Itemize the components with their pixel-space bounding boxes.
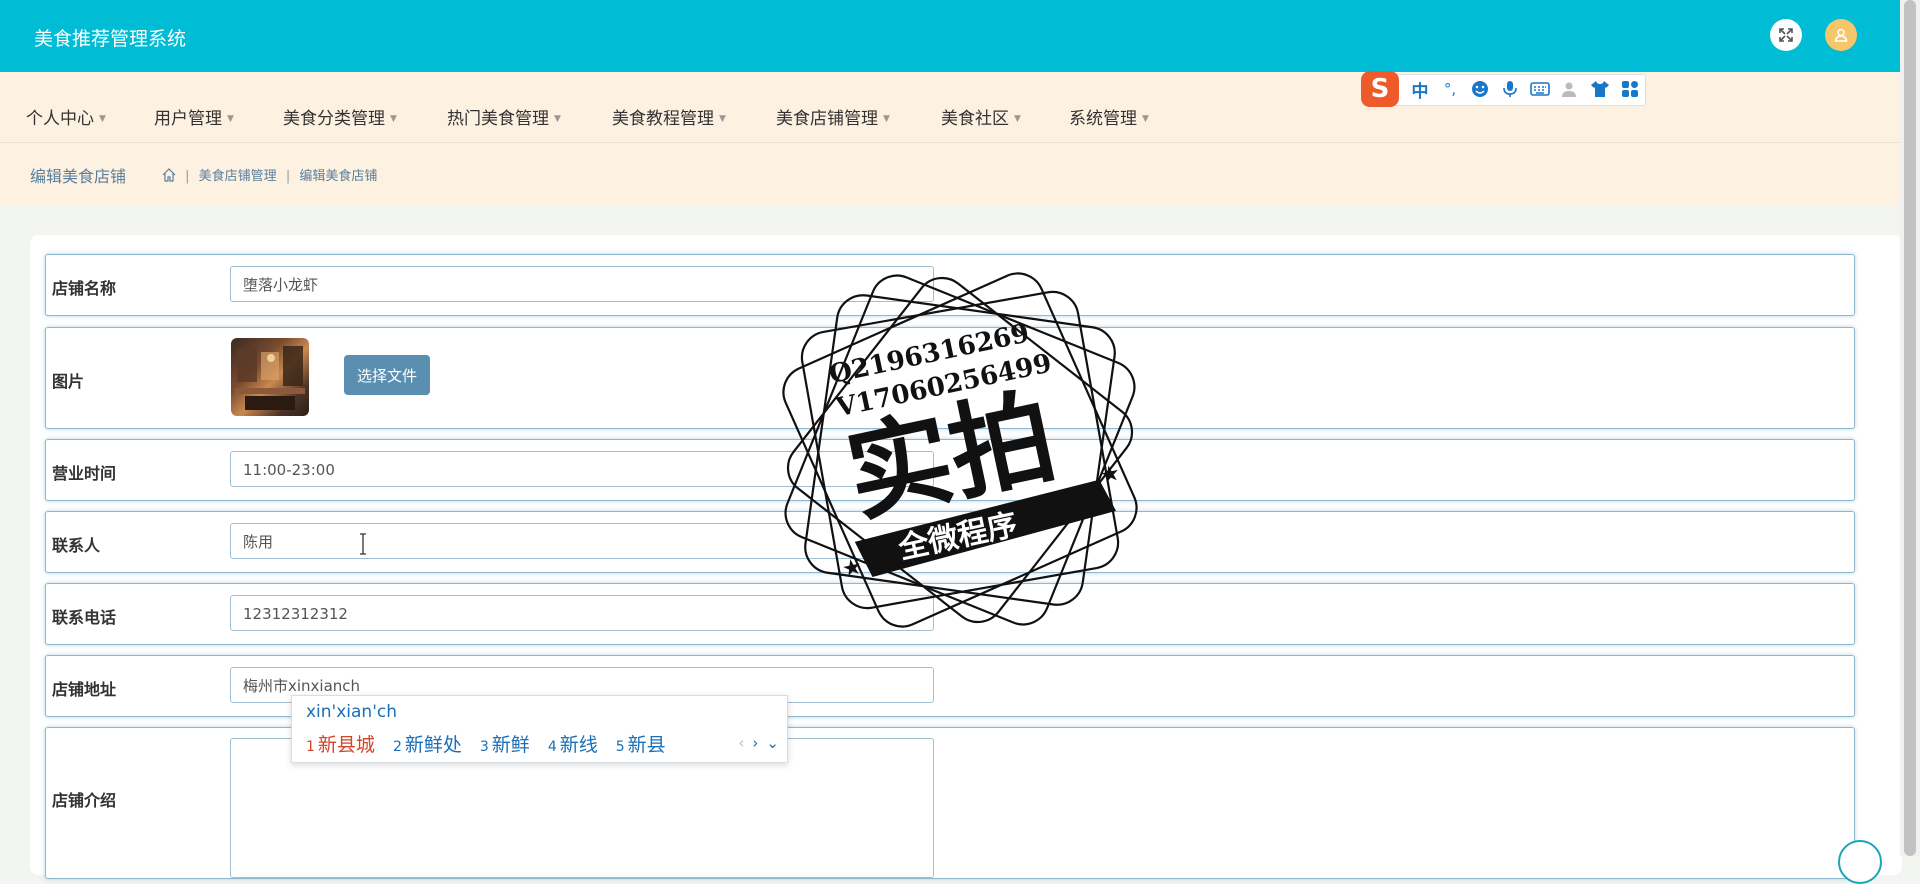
contact-input[interactable]: 陈用 (230, 523, 934, 559)
form-row-phone: 联系电话 12312312312 (45, 583, 1855, 645)
nav-item-system-management[interactable]: 系统管理 ▼ (1069, 104, 1149, 129)
microphone-icon[interactable] (1499, 78, 1521, 100)
ime-candidate[interactable]: 1 新县城 (306, 730, 375, 757)
ime-expand-chevron-icon[interactable]: ⌄ (766, 734, 779, 752)
sogou-logo-icon[interactable]: S (1361, 71, 1399, 107)
breadcrumb-link-store-management[interactable]: 美食店铺管理 (199, 169, 277, 184)
ime-composition: xin'xian'ch (306, 702, 398, 722)
ime-candidate[interactable]: 3 新鲜 (480, 730, 530, 757)
caret-down-icon: ▼ (883, 114, 890, 124)
form-row-store-name: 店铺名称 堕落小龙虾 (45, 254, 1855, 316)
user-avatar-button[interactable] (1825, 19, 1857, 51)
back-to-top-button[interactable] (1838, 840, 1882, 884)
fullscreen-icon (1779, 28, 1793, 42)
emoji-icon[interactable] (1469, 78, 1491, 100)
text-cursor-icon (360, 533, 366, 555)
address-label: 店铺地址 (52, 680, 117, 699)
breadcrumb-separator: | (285, 169, 291, 184)
nav-item-food-store[interactable]: 美食店铺管理 ▼ (776, 104, 890, 129)
ime-candidate-popup: xin'xian'ch 1 新县城 2 新鲜处 3 新鲜 4 新线 5 新县 ‹ › ⌄ (291, 695, 788, 763)
app-title: 美食推荐管理系统 (34, 28, 187, 50)
caret-down-icon: ▼ (554, 114, 561, 124)
store-name-label: 店铺名称 (52, 279, 117, 298)
caret-down-icon: ▼ (99, 114, 106, 124)
fullscreen-button[interactable] (1770, 19, 1802, 51)
ime-candidate[interactable]: 4 新线 (548, 730, 598, 757)
keyboard-icon[interactable] (1529, 78, 1551, 100)
user-icon (1834, 28, 1848, 42)
business-hours-input[interactable]: 11:00-23:00 (230, 451, 934, 487)
ime-next-page-icon[interactable]: › (752, 734, 758, 752)
ime-candidate[interactable]: 5 新县 (616, 730, 666, 757)
nav-item-personal-center[interactable]: 个人中心 ▼ (26, 104, 106, 129)
breadcrumb-bar: 编辑美食店铺 | 美食店铺管理 | 编辑美食店铺 (0, 143, 1900, 205)
form-row-business-hours: 营业时间 11:00-23:00 (45, 439, 1855, 501)
caret-down-icon: ▼ (390, 114, 397, 124)
caret-down-icon: ▼ (1142, 114, 1149, 124)
scrollbar-thumb[interactable] (1904, 0, 1916, 856)
user-settings-icon[interactable] (1559, 78, 1581, 100)
ime-toolbar[interactable]: S 中 °, (1361, 71, 1646, 107)
caret-down-icon: ▼ (227, 114, 234, 124)
breadcrumb-separator: | (185, 169, 190, 184)
phone-input[interactable]: 12312312312 (230, 595, 934, 631)
nav-item-user-management[interactable]: 用户管理 ▼ (154, 104, 234, 129)
store-image-thumbnail (231, 338, 309, 416)
caret-down-icon: ▼ (1014, 114, 1021, 124)
contact-label: 联系人 (52, 536, 101, 555)
home-icon[interactable] (162, 168, 176, 182)
business-hours-label: 营业时间 (52, 464, 117, 483)
ime-candidate[interactable]: 2 新鲜处 (393, 730, 462, 757)
nav-item-food-community[interactable]: 美食社区 ▼ (941, 104, 1021, 129)
top-header: 美食推荐管理系统 (0, 0, 1900, 72)
form-row-contact: 联系人 陈用 (45, 511, 1855, 573)
breadcrumb: | 美食店铺管理 | 编辑美食店铺 (162, 165, 377, 184)
breadcrumb-current: 编辑美食店铺 (299, 169, 378, 184)
phone-label: 联系电话 (52, 608, 117, 627)
ime-punctuation-toggle[interactable]: °, (1439, 78, 1461, 100)
choose-file-button[interactable]: 选择文件 (344, 355, 430, 395)
nav-item-food-category[interactable]: 美食分类管理 ▼ (283, 104, 397, 129)
toolbox-grid-icon[interactable] (1619, 78, 1641, 100)
image-label: 图片 (52, 372, 85, 391)
caret-down-icon: ▼ (719, 114, 726, 124)
ime-mode-toggle[interactable]: 中 (1409, 78, 1431, 102)
form-row-image: 图片 选择文件 (45, 327, 1855, 429)
page-title: 编辑美食店铺 (30, 167, 127, 186)
skin-shirt-icon[interactable] (1589, 78, 1611, 100)
ime-prev-page-icon[interactable]: ‹ (738, 734, 744, 752)
nav-item-hot-food[interactable]: 热门美食管理 ▼ (447, 104, 561, 129)
intro-label: 店铺介绍 (52, 791, 117, 810)
store-name-input[interactable]: 堕落小龙虾 (230, 266, 934, 302)
nav-item-food-tutorial[interactable]: 美食教程管理 ▼ (612, 104, 726, 129)
